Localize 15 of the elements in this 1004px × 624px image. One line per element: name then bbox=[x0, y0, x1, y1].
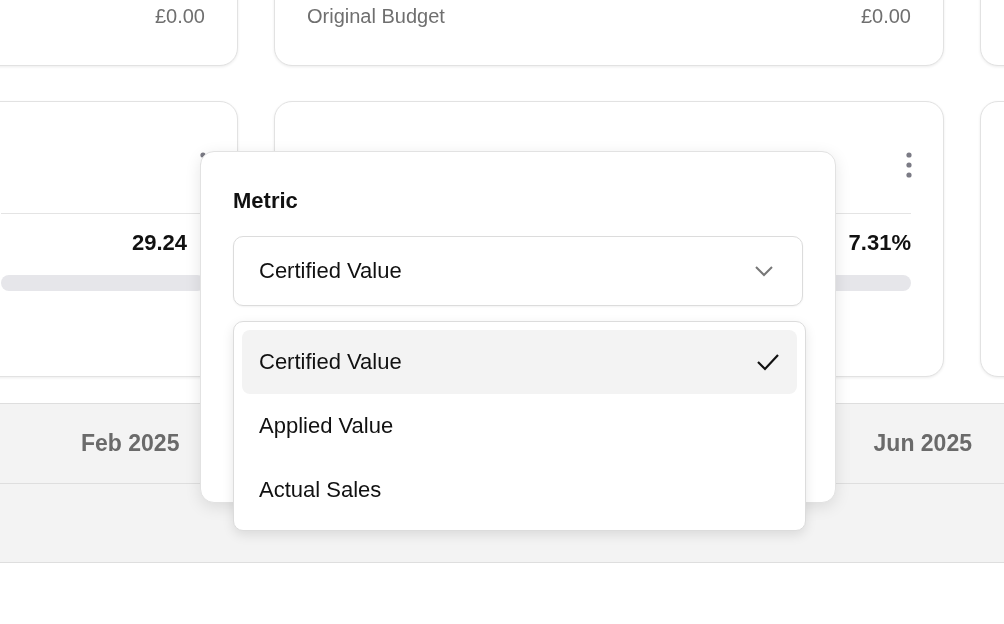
card-value: £0.00 bbox=[154, 5, 205, 28]
dropdown-option[interactable]: Actual Sales bbox=[242, 458, 797, 522]
check-icon bbox=[756, 353, 780, 371]
percent-value: 29.24 bbox=[131, 230, 187, 255]
month-label: Feb 2025 bbox=[81, 430, 180, 457]
chevron-down-icon bbox=[754, 265, 774, 277]
card-value: £0.00 bbox=[860, 5, 911, 28]
more-icon[interactable] bbox=[906, 152, 912, 178]
field-label: Metric bbox=[233, 188, 298, 214]
dropdown-option[interactable]: Applied Value bbox=[242, 394, 797, 458]
dropdown-option[interactable]: Certified Value bbox=[242, 330, 797, 394]
percent-value: 7.31% bbox=[848, 230, 911, 255]
card-label: Original Budget bbox=[307, 5, 445, 28]
metric-select[interactable]: Certified Value bbox=[233, 236, 803, 306]
month-label: Jun 2025 bbox=[873, 430, 972, 457]
